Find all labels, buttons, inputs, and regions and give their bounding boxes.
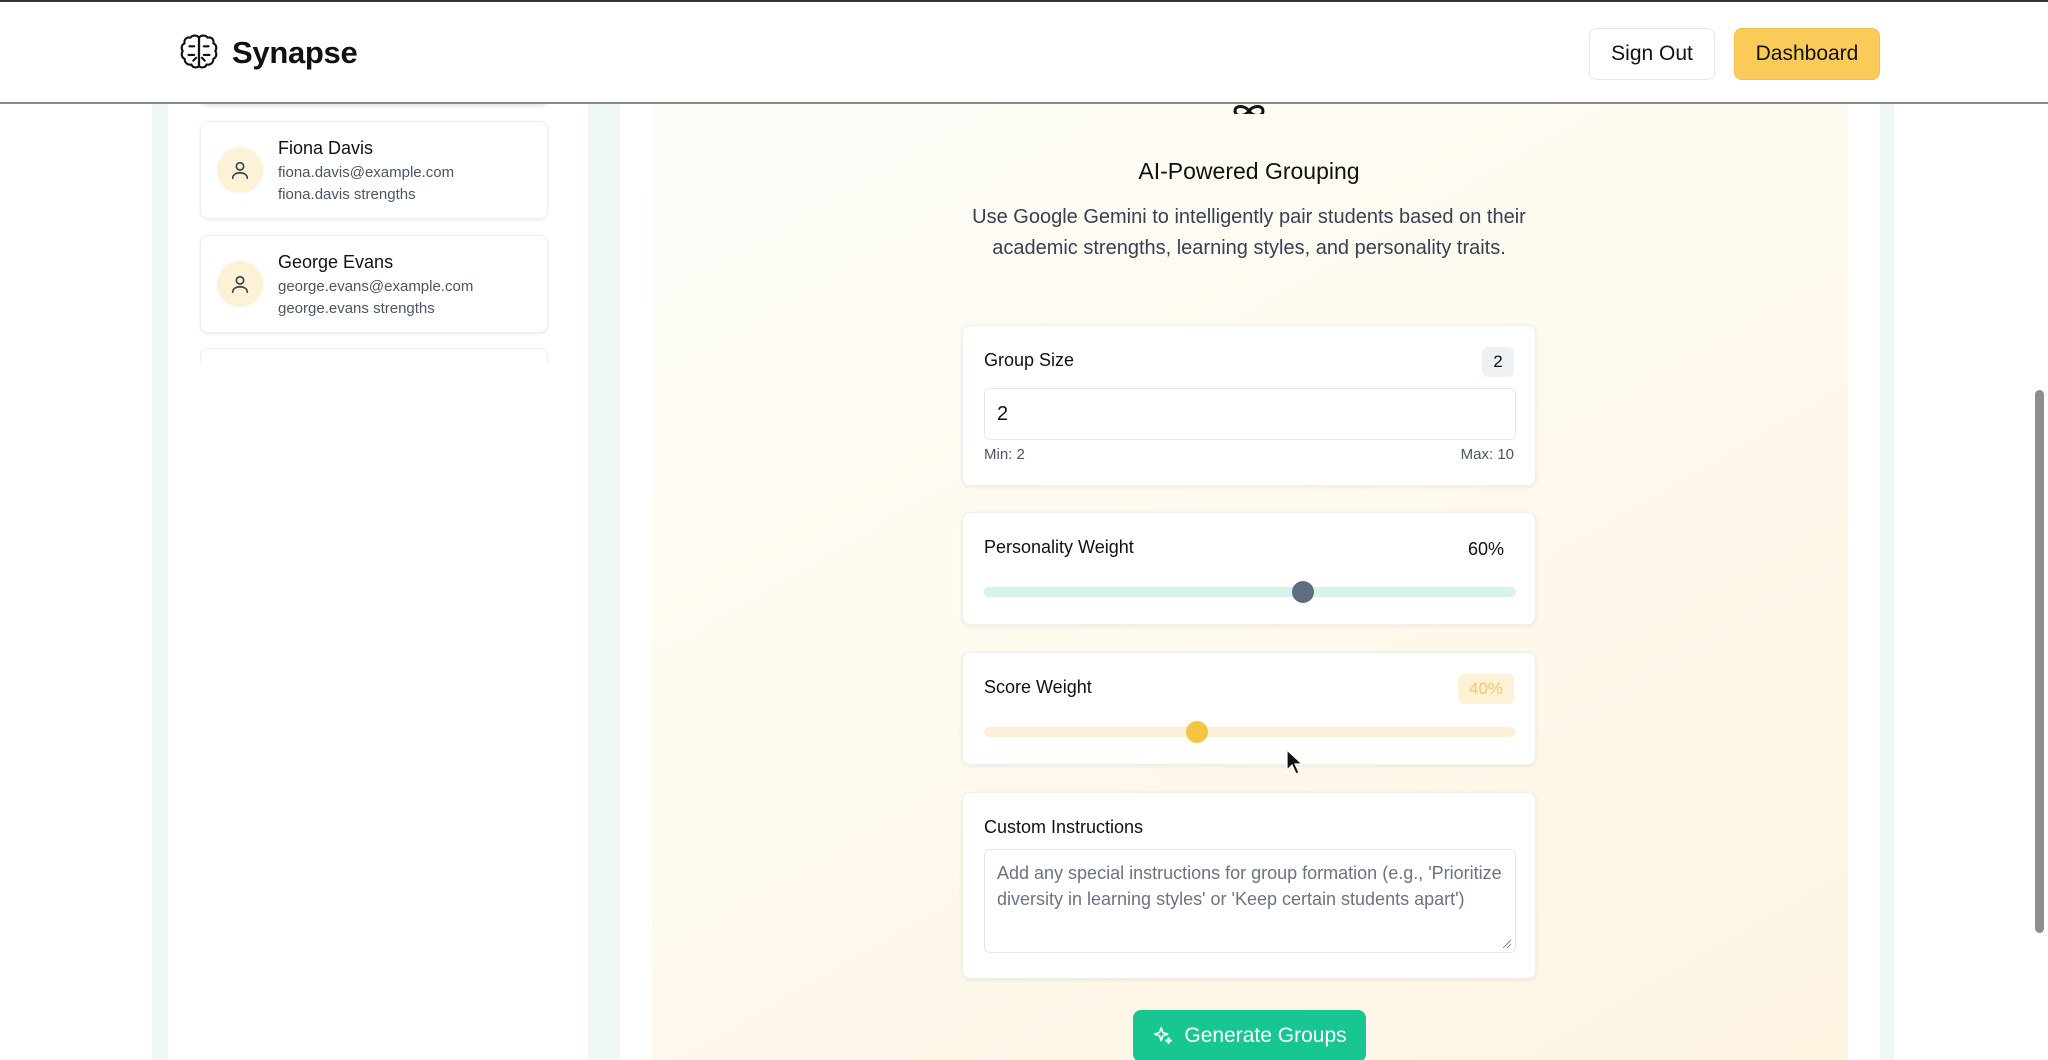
generate-groups-button[interactable]: Generate Groups xyxy=(1133,1010,1366,1060)
sign-out-button[interactable]: Sign Out xyxy=(1589,28,1715,80)
custom-instructions-placeholder: Add any special instructions for group f… xyxy=(997,863,1502,909)
student-name: Fiona Davis xyxy=(278,138,374,158)
personality-weight-thumb[interactable] xyxy=(1292,581,1315,603)
student-strengths: george.evans strengths xyxy=(278,300,435,317)
personality-weight-panel: Personality Weight 60% xyxy=(962,512,1536,625)
custom-instructions-textarea[interactable]: Add any special instructions for group f… xyxy=(984,849,1516,953)
avatar xyxy=(217,147,263,193)
student-name: George Evans xyxy=(278,252,394,272)
brain-icon xyxy=(180,34,218,69)
avatar xyxy=(217,261,263,307)
group-size-badge: 2 xyxy=(1482,347,1514,377)
student-email: george.evans@example.com xyxy=(278,278,474,295)
custom-instructions-label: Custom Instructions xyxy=(984,817,1144,837)
sparkles-icon xyxy=(1154,1026,1173,1045)
page: Fiona Davis fiona.davis@example.com fion… xyxy=(0,0,2048,1060)
personality-weight-slider[interactable] xyxy=(984,587,1516,597)
student-card[interactable]: Fiona Davis fiona.davis@example.com fion… xyxy=(200,121,548,219)
generate-groups-label: Generate Groups xyxy=(1184,1024,1347,1047)
student-strengths: fiona.davis strengths xyxy=(278,186,416,203)
student-email: fiona.davis@example.com xyxy=(278,164,455,181)
left-gutter xyxy=(152,104,168,1060)
group-size-max: Max: 10 xyxy=(1460,446,1514,463)
student-card[interactable]: George Evans george.evans@example.com ge… xyxy=(200,235,548,333)
personality-weight-label: Personality Weight xyxy=(984,537,1134,557)
user-icon xyxy=(231,275,249,294)
right-gutter xyxy=(1880,104,1894,1060)
section-description: Use Google Gemini to intelligently pair … xyxy=(972,206,1526,259)
group-size-label: Group Size xyxy=(984,350,1075,370)
page-scrollbar[interactable] xyxy=(2035,390,2044,933)
middle-gutter xyxy=(588,104,620,1060)
section-title: AI-Powered Grouping xyxy=(1138,158,1360,184)
dashboard-button[interactable]: Dashboard xyxy=(1734,28,1880,80)
score-weight-slider[interactable] xyxy=(984,727,1516,737)
student-card-partial-bottom xyxy=(200,348,548,364)
score-weight-thumb[interactable] xyxy=(1185,721,1208,743)
top-navbar: Synapse Sign Out Dashboard xyxy=(0,0,2048,104)
group-size-min: Min: 2 xyxy=(984,446,1025,463)
score-weight-label: Score Weight xyxy=(984,677,1092,697)
group-size-panel: Group Size 2 2 Min: 2 Max: 10 xyxy=(962,325,1536,486)
brand-name: Synapse xyxy=(232,35,358,70)
score-weight-panel: Score Weight 40% xyxy=(962,652,1536,765)
user-icon xyxy=(231,161,249,180)
mouse-pointer-icon xyxy=(1286,749,1302,775)
group-size-input[interactable]: 2 xyxy=(984,388,1516,440)
score-weight-value: 40% xyxy=(1458,674,1514,704)
brand-logo[interactable]: Synapse xyxy=(176,30,358,76)
resize-handle-icon[interactable] xyxy=(1501,938,1511,948)
personality-weight-value: 60% xyxy=(1467,539,1504,559)
custom-instructions-panel: Custom Instructions Add any special inst… xyxy=(962,792,1536,979)
